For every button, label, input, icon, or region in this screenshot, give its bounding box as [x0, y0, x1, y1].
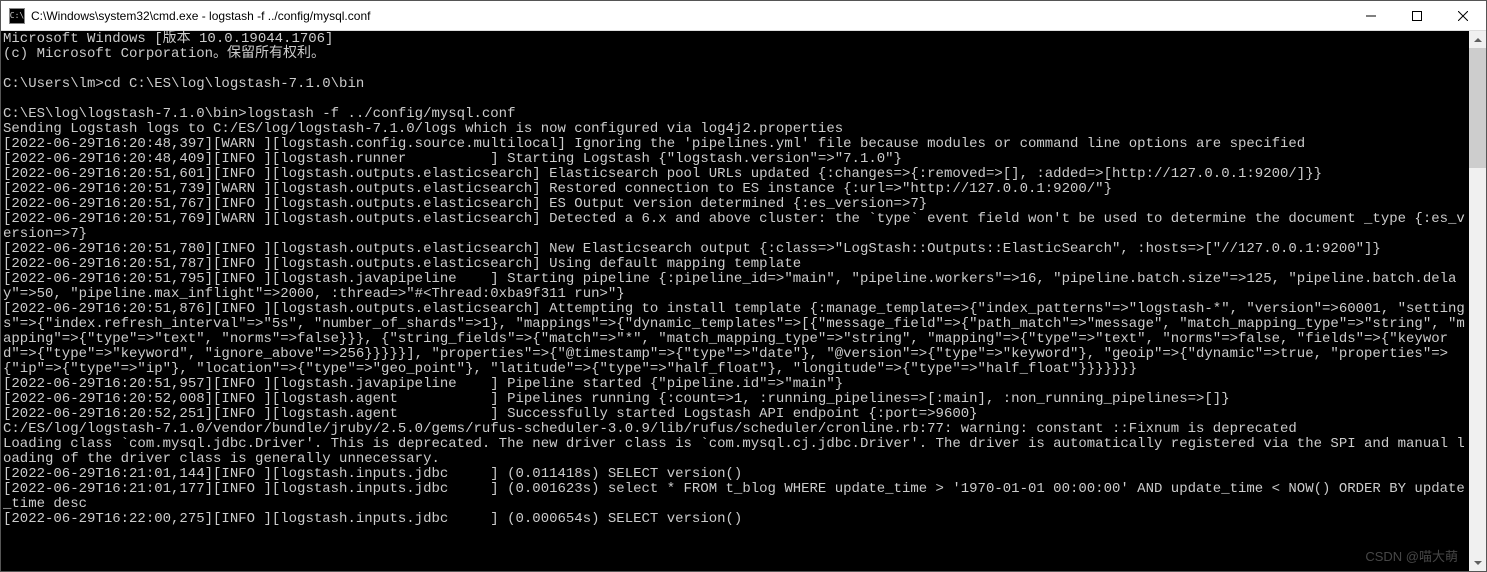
- chevron-up-icon: [1474, 38, 1482, 42]
- maximize-icon: [1412, 11, 1422, 21]
- chevron-down-icon: [1474, 561, 1482, 565]
- window-controls: [1348, 1, 1486, 30]
- scroll-thumb[interactable]: [1469, 48, 1486, 168]
- close-button[interactable]: [1440, 1, 1486, 30]
- scroll-up-button[interactable]: [1469, 31, 1486, 48]
- vertical-scrollbar[interactable]: [1469, 31, 1486, 571]
- cmd-window: C:\ C:\Windows\system32\cmd.exe - logsta…: [0, 0, 1487, 572]
- terminal-output[interactable]: Microsoft Windows [版本 10.0.19044.1706] (…: [1, 31, 1469, 571]
- window-title: C:\Windows\system32\cmd.exe - logstash -…: [31, 9, 1348, 23]
- title-bar[interactable]: C:\ C:\Windows\system32\cmd.exe - logsta…: [1, 1, 1486, 31]
- minimize-icon: [1366, 11, 1376, 21]
- scroll-down-button[interactable]: [1469, 554, 1486, 571]
- cmd-icon: C:\: [9, 8, 25, 24]
- minimize-button[interactable]: [1348, 1, 1394, 30]
- maximize-button[interactable]: [1394, 1, 1440, 30]
- close-icon: [1458, 11, 1468, 21]
- scroll-track[interactable]: [1469, 48, 1486, 554]
- terminal-area: Microsoft Windows [版本 10.0.19044.1706] (…: [1, 31, 1486, 571]
